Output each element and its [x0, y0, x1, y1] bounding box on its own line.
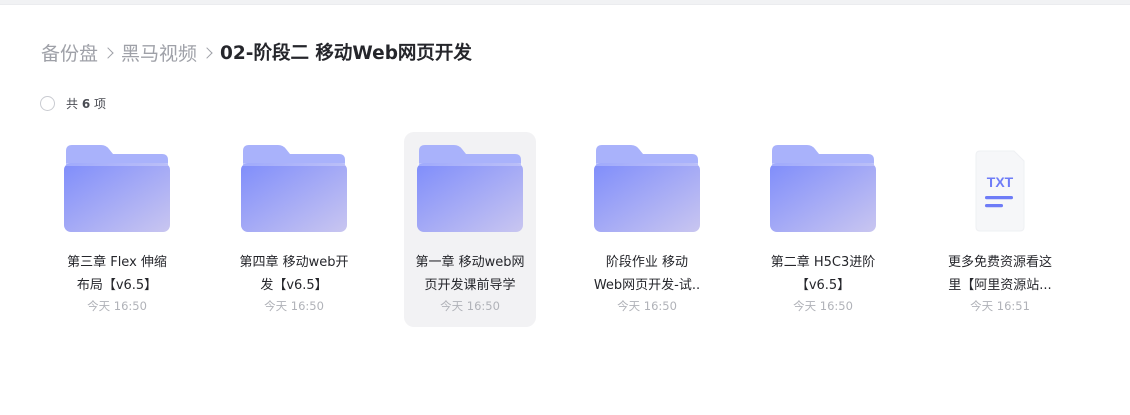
- folder-icon: [591, 143, 703, 235]
- folder-icon: [61, 143, 173, 235]
- file-name-line: 阶段作业 移动: [605, 255, 689, 270]
- modified-time: 今天 16:51: [970, 299, 1030, 313]
- file-name-line: 发【v6.5】: [260, 278, 328, 293]
- folder-item[interactable]: 阶段作业 移动 Web网页开发-试.. 今天 16:50: [581, 132, 713, 327]
- folder-item[interactable]: 第三章 Flex 伸缩 布局【v6.5】 今天 16:50: [51, 132, 183, 327]
- file-name-line: 里【阿里资源站...: [948, 278, 1052, 293]
- file-name-line: 第四章 移动web开: [239, 255, 349, 270]
- folder-item[interactable]: 第一章 移动web网 页开发课前导学 今天 16:50: [404, 132, 536, 327]
- breadcrumb: 备份盘 黑马视频 02-阶段二 移动Web网页开发: [41, 38, 472, 66]
- modified-time: 今天 16:50: [87, 299, 147, 313]
- file-name-line: 【v6.5】: [795, 278, 851, 293]
- file-name: 第四章 移动web开 发【v6.5】: [230, 251, 358, 297]
- file-name-line: Web网页开发-试..: [593, 278, 701, 293]
- txt-file-icon: TXT: [944, 143, 1056, 235]
- top-divider: [0, 0, 1130, 5]
- txt-badge-label: TXT: [987, 174, 1014, 190]
- file-name: 阶段作业 移动 Web网页开发-试..: [583, 251, 711, 297]
- folder-icon: [414, 143, 526, 235]
- breadcrumb-current: 02-阶段二 移动Web网页开发: [220, 43, 472, 64]
- file-grid: 第三章 Flex 伸缩 布局【v6.5】 今天 16:50 第四章 移动web开 发【v…: [0, 132, 1130, 332]
- item-count: 共 6 项: [66, 96, 107, 111]
- file-item[interactable]: TXT 更多免费资源看这 里【阿里资源站... 今天 16:51: [934, 132, 1066, 327]
- file-name: 第三章 Flex 伸缩 布局【v6.5】: [53, 251, 181, 297]
- file-name-line: 第一章 移动web网: [415, 255, 525, 270]
- folder-icon: [767, 143, 879, 235]
- file-name-line: 第三章 Flex 伸缩: [67, 255, 167, 270]
- modified-time: 今天 16:50: [440, 299, 500, 313]
- folder-item[interactable]: 第二章 H5C3进阶 【v6.5】 今天 16:50: [757, 132, 889, 327]
- file-name-line: 第二章 H5C3进阶: [770, 255, 876, 270]
- chevron-right-icon: [102, 47, 114, 59]
- file-name-line: 布局【v6.5】: [76, 278, 158, 293]
- file-name: 更多免费资源看这 里【阿里资源站...: [936, 251, 1064, 297]
- select-all-checkbox[interactable]: [40, 95, 55, 111]
- modified-time: 今天 16:50: [617, 299, 677, 313]
- selection-bar: 共 6 项: [40, 94, 106, 112]
- breadcrumb-item-heima[interactable]: 黑马视频: [121, 39, 197, 66]
- folder-icon: [238, 143, 350, 235]
- file-name-line: 更多免费资源看这: [947, 255, 1052, 270]
- chevron-right-icon: [201, 47, 213, 59]
- folder-item[interactable]: 第四章 移动web开 发【v6.5】 今天 16:50: [228, 132, 360, 327]
- modified-time: 今天 16:50: [264, 299, 324, 313]
- modified-time: 今天 16:50: [793, 299, 853, 313]
- breadcrumb-item-backup[interactable]: 备份盘: [41, 39, 98, 66]
- file-name: 第二章 H5C3进阶 【v6.5】: [759, 251, 887, 297]
- file-name-line: 页开发课前导学: [424, 278, 516, 293]
- file-name: 第一章 移动web网 页开发课前导学: [406, 251, 534, 297]
